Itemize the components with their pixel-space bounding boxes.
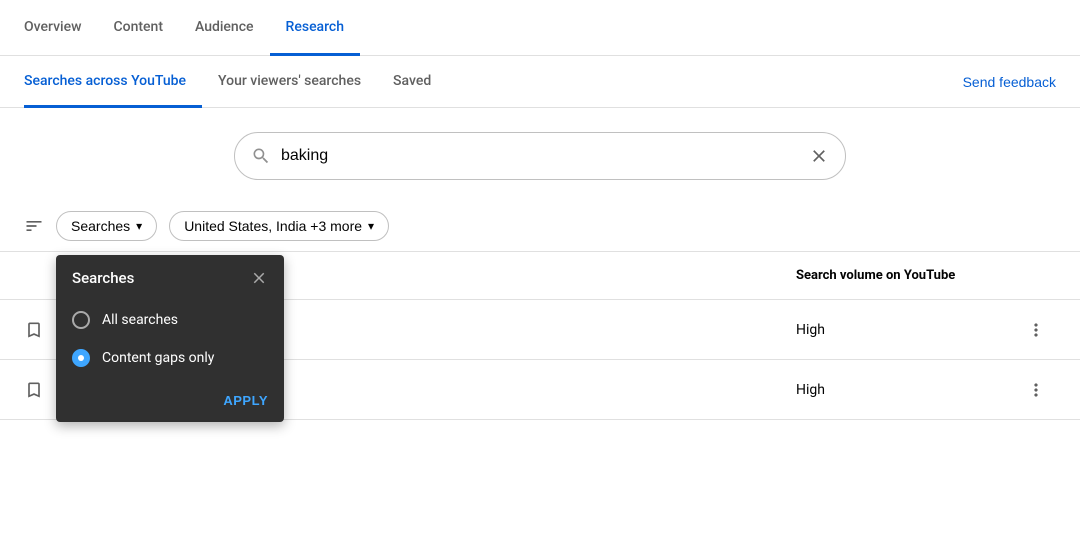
- clear-search-icon[interactable]: [809, 146, 829, 166]
- tab-content[interactable]: Content: [97, 0, 179, 56]
- more-options-2[interactable]: [1016, 380, 1056, 400]
- location-chevron-icon: ▾: [368, 219, 374, 233]
- popup-close-icon[interactable]: [250, 269, 268, 287]
- subtab-viewer-searches[interactable]: Your viewers' searches: [202, 56, 377, 108]
- search-box: [234, 132, 846, 180]
- popup-header: Searches: [56, 255, 284, 297]
- sub-tabs: Searches across YouTube Your viewers' se…: [0, 56, 1080, 108]
- option-all-searches[interactable]: All searches: [56, 301, 284, 339]
- radio-content-gaps: [72, 349, 90, 367]
- option-all-searches-label: All searches: [102, 312, 178, 328]
- radio-all-searches: [72, 311, 90, 329]
- more-options-1[interactable]: [1016, 320, 1056, 340]
- location-filter-button[interactable]: United States, India +3 more ▾: [169, 211, 389, 241]
- chevron-down-icon: ▾: [136, 219, 142, 233]
- searches-popup: Searches All searches Content gaps only: [56, 255, 284, 422]
- filter-icon-button[interactable]: [24, 216, 44, 236]
- volume-header: Search volume on YouTube: [796, 268, 1016, 283]
- searches-filter-label: Searches: [71, 218, 130, 234]
- volume-value-1: High: [796, 322, 1016, 338]
- tab-research[interactable]: Research: [270, 0, 360, 56]
- subtab-saved[interactable]: Saved: [377, 56, 447, 108]
- searches-dropdown: Searches ▾ Searches All searches: [56, 211, 157, 241]
- search-area: [0, 108, 1080, 200]
- volume-value-2: High: [796, 382, 1016, 398]
- popup-options: All searches Content gaps only: [56, 297, 284, 385]
- option-content-gaps-label: Content gaps only: [102, 350, 214, 366]
- search-input[interactable]: [281, 147, 809, 165]
- location-label: United States, India +3 more: [184, 218, 362, 234]
- bookmark-button-2[interactable]: [24, 380, 44, 400]
- top-nav: Overview Content Audience Research: [0, 0, 1080, 56]
- subtab-searches-across[interactable]: Searches across YouTube: [24, 56, 202, 108]
- send-feedback-button[interactable]: Send feedback: [963, 74, 1056, 90]
- tab-audience[interactable]: Audience: [179, 0, 270, 56]
- popup-title: Searches: [72, 269, 134, 287]
- popup-apply-area: APPLY: [56, 385, 284, 422]
- searches-filter-button[interactable]: Searches ▾: [56, 211, 157, 241]
- filter-row: Searches ▾ Searches All searches: [0, 200, 1080, 252]
- apply-button[interactable]: APPLY: [223, 393, 268, 408]
- tab-overview[interactable]: Overview: [24, 0, 97, 56]
- search-icon: [251, 146, 271, 166]
- option-content-gaps[interactable]: Content gaps only: [56, 339, 284, 377]
- bookmark-button-1[interactable]: [24, 320, 44, 340]
